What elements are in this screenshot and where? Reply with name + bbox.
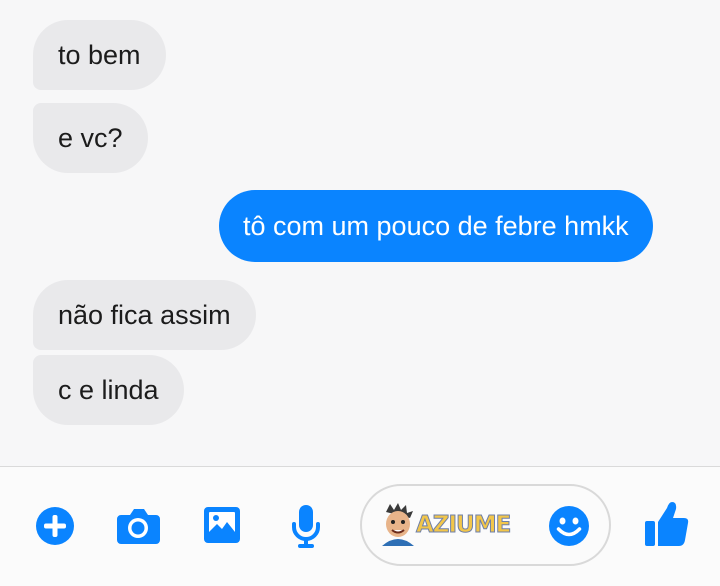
outgoing-message[interactable]: tô com um pouco de febre hmkk — [219, 190, 653, 262]
message-text: to bem — [58, 39, 141, 70]
message-text: e vc? — [58, 122, 123, 153]
watermark-text: AZIUME — [415, 512, 511, 539]
watermark-logo: AZIUME — [376, 502, 512, 548]
incoming-message[interactable]: não fica assim — [33, 280, 256, 350]
thumbs-up-icon[interactable] — [644, 500, 690, 548]
message-text: c e linda — [58, 374, 159, 405]
emoji-icon[interactable] — [548, 505, 590, 547]
incoming-message[interactable]: c e linda — [33, 355, 184, 425]
mascot-icon — [382, 503, 414, 546]
image-icon[interactable] — [203, 505, 241, 545]
incoming-message[interactable]: e vc? — [33, 103, 148, 173]
plus-icon[interactable] — [35, 506, 75, 546]
incoming-message[interactable]: to bem — [33, 20, 166, 90]
message-thread: to bem e vc? tô com um pouco de febre hm… — [0, 0, 720, 466]
message-text: não fica assim — [58, 299, 231, 330]
message-text: tô com um pouco de febre hmkk — [243, 210, 629, 241]
microphone-icon[interactable] — [291, 503, 321, 549]
camera-icon[interactable] — [116, 506, 160, 546]
